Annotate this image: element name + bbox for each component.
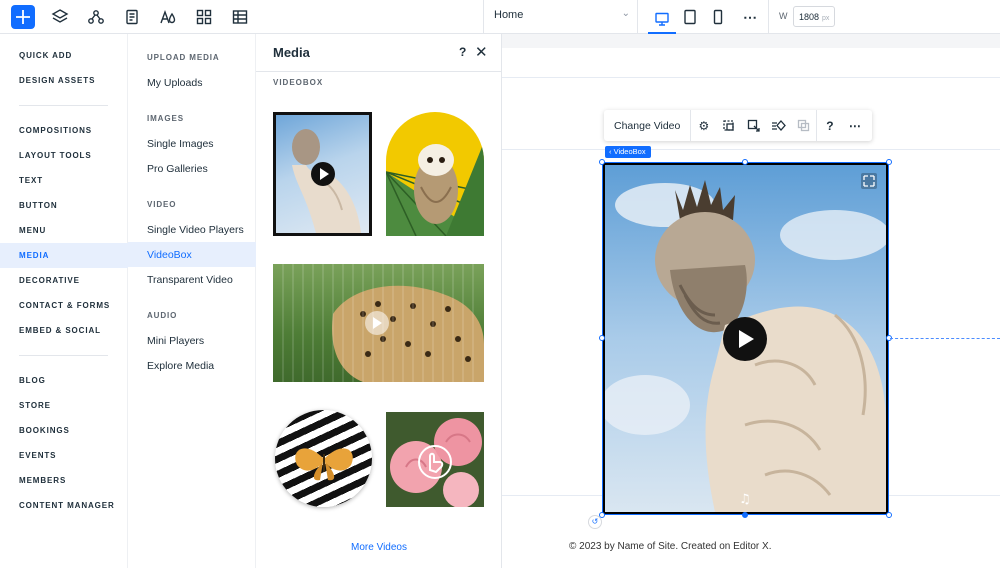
section-guide [502, 77, 1000, 78]
page-selector[interactable]: Home ⌄ [494, 8, 630, 21]
more-actions-icon[interactable]: ⋯ [842, 110, 867, 141]
rotate-icon[interactable]: ↺ [588, 515, 602, 529]
desktop-icon[interactable] [648, 5, 676, 34]
add-categories-panel: QUICK ADD DESIGN ASSETS COMPOSITIONS LAY… [0, 34, 128, 568]
mobile-icon[interactable] [704, 5, 732, 29]
width-label: W [779, 11, 788, 21]
section-heading-upload: UPLOAD MEDIA [147, 53, 220, 62]
category-button[interactable]: BUTTON [0, 193, 128, 218]
divider [637, 0, 638, 34]
width-unit: px [822, 15, 830, 22]
selection-frame [602, 162, 889, 515]
docking-guide [890, 338, 1000, 339]
section-guide [502, 149, 1000, 150]
subcategory-single-images[interactable]: Single Images [128, 131, 256, 156]
category-menu[interactable]: MENU [0, 218, 128, 243]
help-icon[interactable]: ? [459, 45, 466, 59]
panel-title: Media [273, 45, 310, 60]
close-icon[interactable]: ✕ [475, 43, 488, 61]
layers-icon[interactable] [48, 5, 72, 29]
table-icon[interactable] [228, 5, 252, 29]
subcategory-pro-galleries[interactable]: Pro Galleries [128, 156, 256, 181]
element-toolbar: Change Video ⚙ ? ⋯ [604, 110, 872, 141]
category-design-assets[interactable]: DESIGN ASSETS [0, 68, 128, 93]
design-icon[interactable] [741, 110, 766, 141]
width-value: 1808 [799, 12, 820, 22]
videobox-thumbnail-statue[interactable] [273, 112, 372, 236]
section-title: VIDEOBOX [273, 78, 324, 87]
subcategory-mini-players[interactable]: Mini Players [128, 328, 256, 353]
footer-text: © 2023 by Name of Site. Created on Edito… [569, 541, 772, 552]
element-tag-label: VideoBox [613, 147, 646, 156]
category-decorative[interactable]: DECORATIVE [0, 268, 128, 293]
category-layout-tools[interactable]: LAYOUT TOOLS [0, 143, 128, 168]
theme-icon[interactable] [156, 5, 180, 29]
top-bar: Home ⌄ ⋯ W 1808 px [0, 0, 1000, 34]
resize-handle[interactable] [599, 159, 605, 165]
resize-handle[interactable] [742, 512, 748, 518]
category-store[interactable]: STORE [0, 393, 128, 418]
pages-icon[interactable] [120, 5, 144, 29]
divider [19, 105, 108, 106]
help-icon[interactable]: ? [817, 110, 842, 141]
chevron-down-icon: ⌄ [621, 8, 630, 19]
page-stage: Change Video ⚙ ? ⋯ ‹ VideoBox ♫ ↺ © 2023… [502, 48, 1000, 568]
category-content-manager[interactable]: CONTENT MANAGER [0, 493, 128, 518]
element-tag[interactable]: ‹ VideoBox [605, 146, 651, 158]
subcategory-transparent-video[interactable]: Transparent Video [128, 267, 256, 292]
category-media[interactable]: MEDIA [0, 243, 128, 268]
editor-canvas[interactable]: Change Video ⚙ ? ⋯ ‹ VideoBox ♫ ↺ © 2023… [502, 34, 1000, 568]
more-videos-link[interactable]: More Videos [256, 542, 502, 553]
videobox-thumbnail-owl[interactable] [386, 112, 484, 236]
tablet-icon[interactable] [676, 5, 704, 29]
page-name: Home [494, 9, 524, 21]
videobox-thumbnail-leopard[interactable] [273, 264, 484, 382]
resize-handle[interactable] [886, 512, 892, 518]
animation-icon[interactable] [766, 110, 791, 141]
subcategory-my-uploads[interactable]: My Uploads [128, 70, 256, 95]
category-events[interactable]: EVENTS [0, 443, 128, 468]
connect-icon[interactable] [84, 5, 108, 29]
videobox-thumbnail-roses[interactable] [386, 412, 484, 507]
section-heading-audio: AUDIO [147, 311, 178, 320]
category-compositions[interactable]: COMPOSITIONS [0, 118, 128, 143]
category-quick-add[interactable]: QUICK ADD [0, 43, 128, 68]
resize-handle[interactable] [742, 159, 748, 165]
settings-icon[interactable]: ⚙ [691, 110, 716, 141]
section-heading-video: VIDEO [147, 200, 177, 209]
change-video-button[interactable]: Change Video [604, 120, 690, 132]
more-options-icon[interactable]: ⋯ [736, 5, 764, 29]
divider [19, 355, 108, 356]
category-blog[interactable]: BLOG [0, 368, 128, 393]
category-embed-social[interactable]: EMBED & SOCIAL [0, 318, 128, 343]
add-icon[interactable] [11, 5, 35, 29]
section-heading-images: IMAGES [147, 114, 184, 123]
category-contact-forms[interactable]: CONTACT & FORMS [0, 293, 128, 318]
crop-icon[interactable] [716, 110, 741, 141]
category-bookings[interactable]: BOOKINGS [0, 418, 128, 443]
videobox-thumbnail-butterfly[interactable] [275, 410, 372, 507]
apps-icon[interactable] [192, 5, 216, 29]
divider [768, 0, 769, 34]
duplicate-icon[interactable] [791, 110, 816, 141]
category-text[interactable]: TEXT [0, 168, 128, 193]
resize-handle[interactable] [599, 335, 605, 341]
resize-handle[interactable] [886, 159, 892, 165]
subcategory-videobox[interactable]: VideoBox [128, 242, 256, 267]
category-members[interactable]: MEMBERS [0, 468, 128, 493]
subcategory-single-video-players[interactable]: Single Video Players [128, 217, 256, 242]
width-input[interactable]: 1808 px [793, 6, 835, 27]
divider [256, 71, 502, 72]
divider [483, 0, 484, 34]
subcategory-explore-media[interactable]: Explore Media [128, 353, 256, 378]
media-panel: Media ? ✕ VIDEOBOX More Videos [256, 34, 502, 568]
media-subcategories-panel: UPLOAD MEDIA My Uploads IMAGES Single Im… [128, 34, 256, 568]
